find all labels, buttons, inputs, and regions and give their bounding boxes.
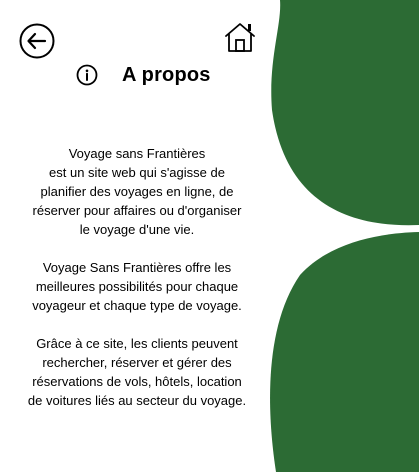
page-header: A propos (76, 62, 211, 88)
arrow-left-circle-icon (19, 23, 55, 59)
info-circle-icon (76, 64, 98, 86)
about-paragraph-2: Voyage Sans Frantières offre les meilleu… (32, 260, 242, 313)
about-paragraph-1: Voyage sans Frantières est un site web q… (32, 146, 242, 237)
home-icon (225, 23, 255, 52)
about-paragraph-3: Grâce à ce site, les clients peuvent rec… (27, 336, 247, 408)
back-button[interactable] (19, 23, 55, 59)
page-title: A propos (122, 63, 211, 86)
home-button[interactable] (222, 19, 258, 55)
about-text: Voyage sans Frantières est un site web q… (10, 144, 264, 429)
